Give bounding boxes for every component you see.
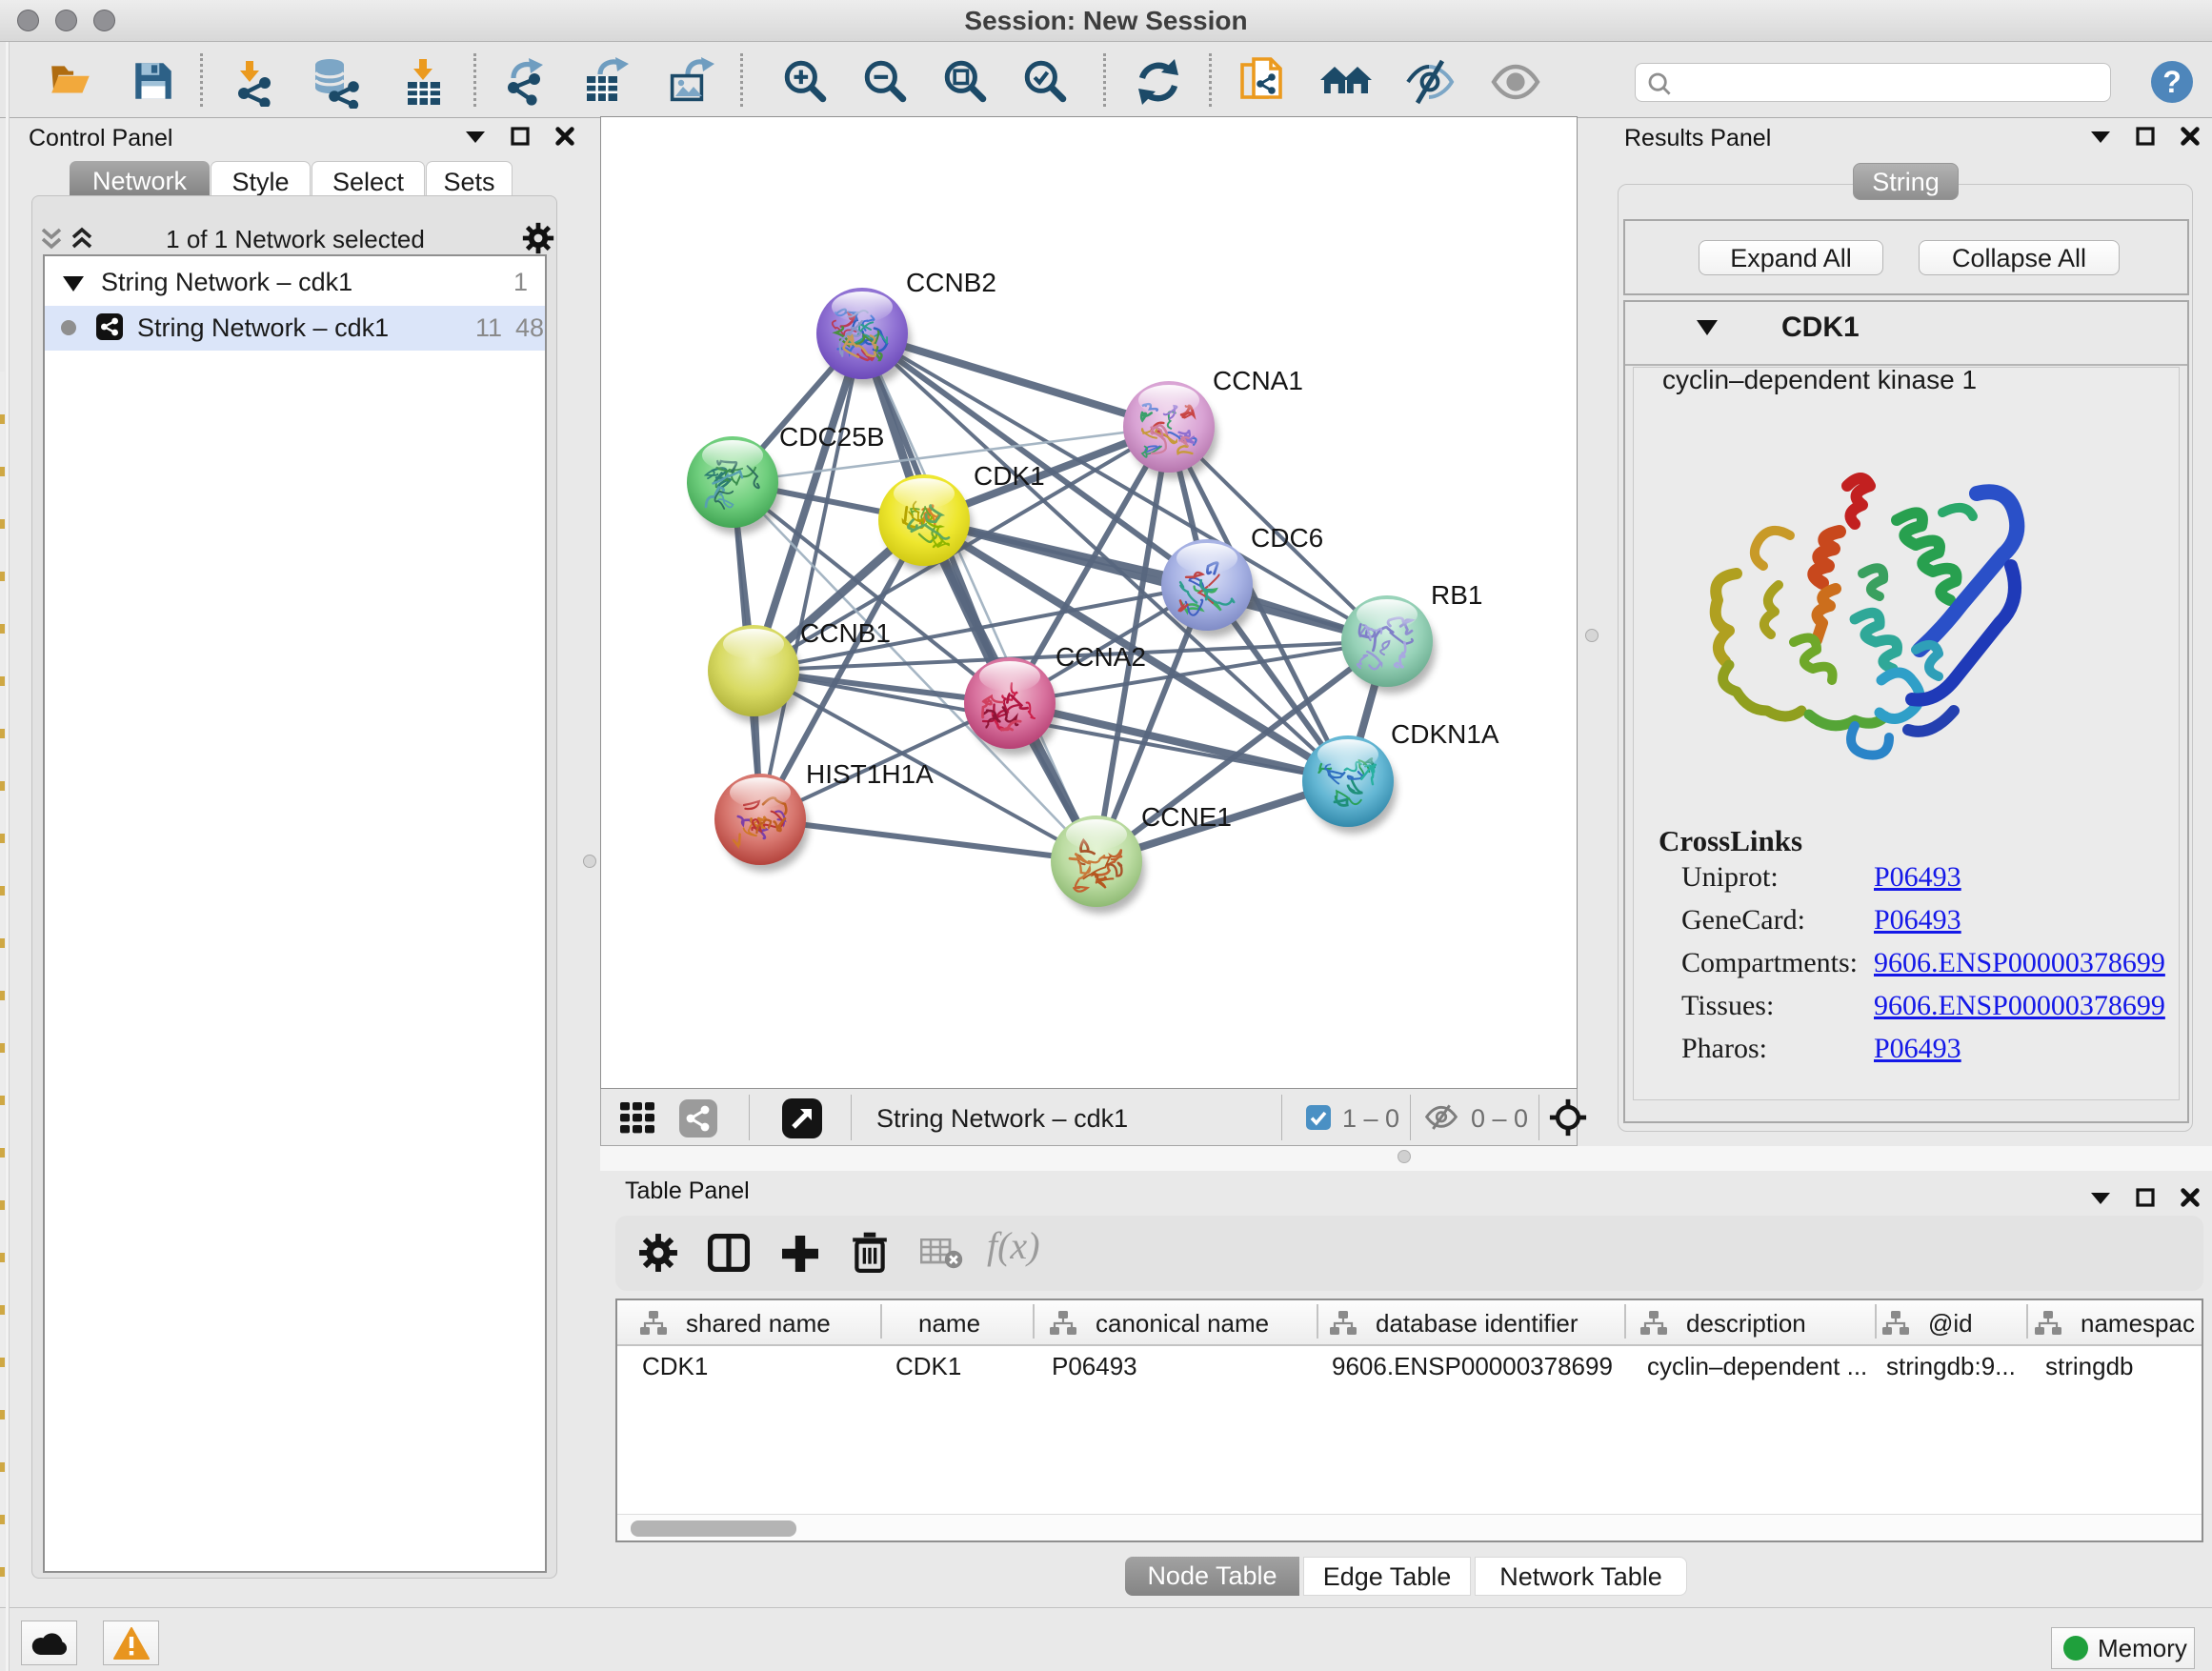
svg-text:RB1: RB1 [1431, 580, 1482, 610]
svg-text:CCNB1: CCNB1 [800, 618, 891, 648]
svg-text:CDC6: CDC6 [1251, 523, 1323, 553]
svg-text:HIST1H1A: HIST1H1A [806, 759, 934, 789]
svg-text:CCNE1: CCNE1 [1141, 802, 1232, 832]
svg-text:CDC25B: CDC25B [779, 422, 884, 452]
svg-text:CCNA1: CCNA1 [1213, 366, 1303, 395]
svg-text:?: ? [2162, 65, 2182, 99]
svg-text:CCNA2: CCNA2 [1056, 642, 1146, 672]
svg-text:CCNB2: CCNB2 [906, 268, 996, 297]
svg-text:CDK1: CDK1 [974, 461, 1045, 491]
svg-text:CDKN1A: CDKN1A [1391, 719, 1499, 749]
